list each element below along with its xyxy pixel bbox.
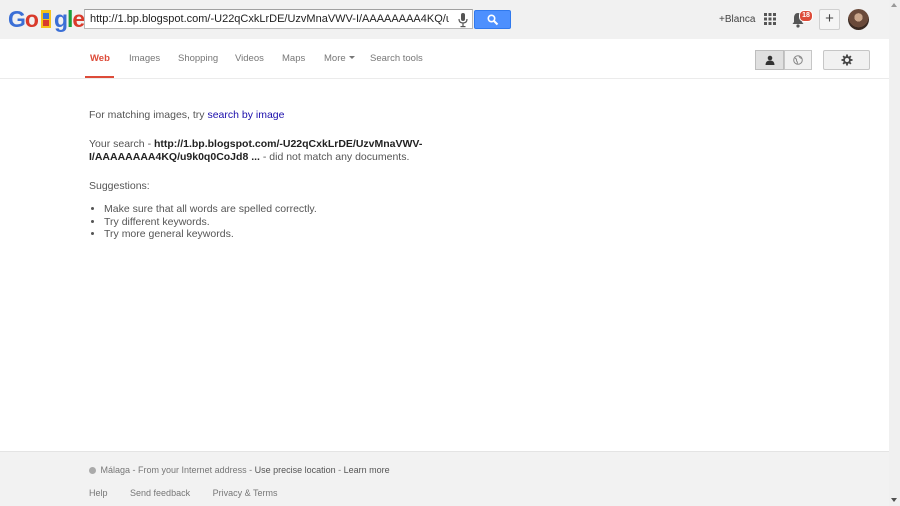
share-plus-button[interactable]: + — [819, 9, 840, 30]
personal-results-button[interactable] — [755, 50, 784, 70]
no-results-content: For matching images, try search by image… — [89, 109, 509, 241]
google-doodle-logo[interactable]: Go gle — [8, 6, 85, 32]
your-search-label: Your search - — [89, 138, 154, 150]
help-link[interactable]: Help — [89, 488, 108, 498]
doodle-figure-icon — [40, 10, 51, 28]
query-text-line1: http://1.bp.blogspot.com/-U22qCxkLrDE/Uz… — [153, 138, 423, 150]
suggestions-list: Make sure that all words are spelled cor… — [89, 203, 509, 241]
tab-videos[interactable]: Videos — [235, 53, 264, 64]
person-icon — [765, 55, 774, 65]
location-dot-icon — [89, 467, 96, 474]
footer-links: Help Send feedback Privacy & Terms — [89, 488, 297, 498]
query-text-line2: I/AAAAAAAA4KQ/u9k0q0CoJd8 ... — [89, 151, 260, 163]
learn-more-link[interactable]: Learn more — [344, 465, 390, 475]
tab-maps[interactable]: Maps — [282, 53, 305, 64]
separator: - — [335, 465, 344, 475]
search-box — [84, 9, 473, 29]
suggestions-title: Suggestions: — [89, 180, 150, 192]
notification-count-badge[interactable]: 18 — [799, 10, 813, 22]
location-name: Málaga — [100, 465, 131, 475]
logo-letter: g — [53, 6, 68, 32]
microphone-icon[interactable] — [456, 12, 470, 28]
gear-icon — [841, 54, 852, 66]
list-item: Make sure that all words are spelled cor… — [104, 203, 509, 216]
active-tab-indicator — [85, 76, 114, 78]
tab-web[interactable]: Web — [90, 53, 110, 64]
no-match-suffix: - did not match any documents. — [259, 151, 410, 163]
logo-letter: G — [8, 6, 26, 32]
no-match-message: Your search - http://1.bp.blogspot.com/-… — [89, 138, 509, 164]
tab-shopping[interactable]: Shopping — [178, 53, 218, 64]
scroll-down-arrow-icon[interactable] — [891, 498, 897, 502]
logo-letter: o — [24, 6, 39, 32]
search-by-image-link[interactable]: search by image — [207, 109, 284, 121]
apps-grid-icon[interactable] — [764, 13, 776, 25]
top-bar: Gogle +Blanca 18 + — [0, 0, 889, 39]
hide-personal-results-button[interactable] — [784, 50, 812, 70]
scrollbar[interactable] — [889, 0, 900, 506]
privacy-terms-link[interactable]: Privacy & Terms — [213, 488, 278, 498]
hint-text: For matching images, try — [89, 109, 208, 121]
location-source: - From your Internet address - — [130, 465, 255, 475]
logo-letter: e — [72, 6, 85, 32]
settings-button[interactable] — [823, 50, 870, 70]
chevron-down-icon — [348, 56, 355, 59]
footer: Málaga - From your Internet address - Us… — [0, 451, 889, 506]
globe-icon — [793, 55, 803, 65]
search-by-image-hint: For matching images, try search by image — [89, 109, 509, 122]
avatar[interactable] — [848, 9, 869, 30]
tab-search-tools[interactable]: Search tools — [370, 53, 423, 64]
tab-more[interactable]: More — [324, 53, 355, 64]
search-icon — [487, 14, 499, 26]
list-item: Try different keywords. — [104, 216, 509, 229]
scroll-up-arrow-icon[interactable] — [891, 3, 897, 7]
tab-images[interactable]: Images — [129, 53, 160, 64]
search-button[interactable] — [474, 10, 511, 29]
tab-more-label: More — [324, 53, 346, 64]
search-input[interactable] — [85, 10, 449, 28]
user-name-link[interactable]: +Blanca — [719, 14, 755, 25]
send-feedback-link[interactable]: Send feedback — [130, 488, 190, 498]
location-line: Málaga - From your Internet address - Us… — [89, 465, 390, 475]
use-precise-location-link[interactable]: Use precise location — [255, 465, 336, 475]
list-item: Try more general keywords. — [104, 228, 509, 241]
